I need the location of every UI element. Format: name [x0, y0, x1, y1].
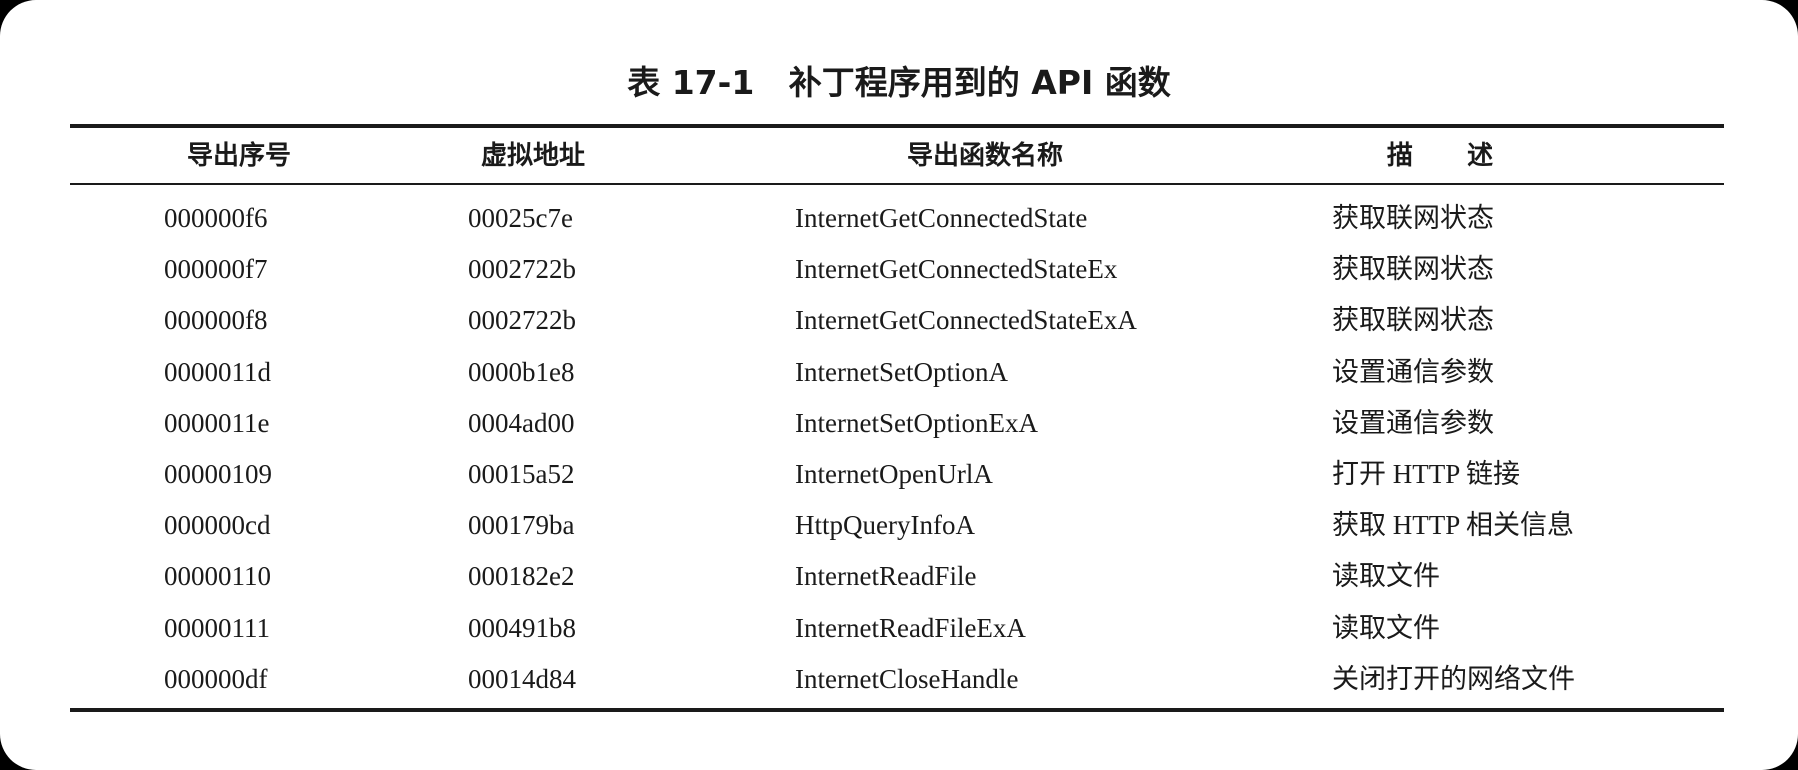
- cell-description: 设置通信参数: [1332, 407, 1494, 438]
- cell-function: InternetSetOptionExA: [795, 407, 1038, 438]
- cell-address: 00015a52: [468, 458, 575, 489]
- cell-ordinal: 000000f7: [164, 254, 268, 285]
- cell-address: 0000b1e8: [468, 356, 575, 387]
- header-address: 虚拟地址: [480, 141, 585, 171]
- table-header-rule: [70, 183, 1724, 185]
- cell-description: 读取文件: [1332, 561, 1440, 592]
- table-row: 000000f7 0002722b InternetGetConnectedSt…: [70, 244, 1724, 295]
- cell-ordinal: 00000109: [164, 458, 272, 489]
- table-body: 000000f6 00025c7e InternetGetConnectedSt…: [70, 193, 1724, 705]
- cell-function: InternetCloseHandle: [795, 663, 1019, 694]
- cell-description: 关闭打开的网络文件: [1332, 663, 1575, 694]
- cell-function: HttpQueryInfoA: [795, 510, 975, 541]
- cell-function: InternetReadFileExA: [795, 612, 1026, 643]
- cell-description: 获取联网状态: [1332, 305, 1494, 336]
- table-row: 00000110 000182e2 InternetReadFile 读取文件: [70, 551, 1724, 602]
- table-row: 0000011d 0000b1e8 InternetSetOptionA 设置通…: [70, 347, 1724, 398]
- cell-description: 设置通信参数: [1332, 356, 1494, 387]
- table-row: 00000111 000491b8 InternetReadFileExA 读取…: [70, 603, 1724, 654]
- cell-ordinal: 000000cd: [164, 510, 271, 541]
- cell-function: InternetReadFile: [795, 561, 977, 592]
- cell-address: 000491b8: [468, 612, 576, 643]
- table-bottom-rule: [70, 708, 1724, 712]
- cell-ordinal: 000000df: [164, 663, 268, 694]
- table-row: 000000df 00014d84 InternetCloseHandle 关闭…: [70, 654, 1724, 705]
- cell-description: 读取文件: [1332, 612, 1440, 643]
- cell-function: InternetGetConnectedState: [795, 203, 1088, 233]
- cell-ordinal: 000000f8: [164, 305, 268, 336]
- cell-ordinal: 0000011e: [164, 407, 270, 438]
- cell-ordinal: 00000111: [164, 612, 270, 643]
- cell-address: 00025c7e: [468, 203, 573, 233]
- header-function: 导出函数名称: [906, 141, 1063, 171]
- table-row: 000000f8 0002722b InternetGetConnectedSt…: [70, 295, 1724, 346]
- document-page: 表 17-1 补丁程序用到的 API 函数 导出序号 虚拟地址 导出函数名称 描…: [0, 0, 1798, 770]
- cell-function: InternetOpenUrlA: [795, 458, 993, 489]
- cell-address: 0002722b: [468, 254, 576, 285]
- cell-function: InternetGetConnectedStateExA: [795, 305, 1137, 336]
- table-row: 0000011e 0004ad00 InternetSetOptionExA 设…: [70, 398, 1724, 449]
- cell-ordinal: 0000011d: [164, 356, 271, 387]
- cell-address: 0002722b: [468, 305, 576, 336]
- cell-ordinal: 00000110: [164, 561, 271, 592]
- cell-function: InternetGetConnectedStateEx: [795, 254, 1118, 285]
- cell-address: 000182e2: [468, 561, 575, 592]
- cell-ordinal: 000000f6: [164, 203, 268, 233]
- table-top-rule: [70, 124, 1724, 128]
- header-description: 描 述: [1386, 141, 1494, 171]
- cell-address: 0004ad00: [468, 407, 575, 438]
- cell-description: 获取联网状态: [1332, 254, 1494, 285]
- table-row: 00000109 00015a52 InternetOpenUrlA 打开 HT…: [70, 449, 1724, 500]
- cell-description: 打开 HTTP 链接: [1332, 458, 1520, 489]
- cell-address: 000179ba: [468, 510, 575, 541]
- cell-function: InternetSetOptionA: [795, 356, 1008, 387]
- table-header-row: 导出序号 虚拟地址 导出函数名称 描 述: [70, 130, 1724, 182]
- cell-address: 00014d84: [468, 663, 576, 694]
- cell-description: 获取 HTTP 相关信息: [1332, 510, 1574, 541]
- header-ordinal: 导出序号: [186, 141, 291, 171]
- table-row: 000000cd 000179ba HttpQueryInfoA 获取 HTTP…: [70, 500, 1724, 551]
- cell-description: 获取联网状态: [1332, 203, 1494, 233]
- table-row: 000000f6 00025c7e InternetGetConnectedSt…: [70, 193, 1724, 244]
- table-title: 表 17-1 补丁程序用到的 API 函数: [627, 63, 1171, 102]
